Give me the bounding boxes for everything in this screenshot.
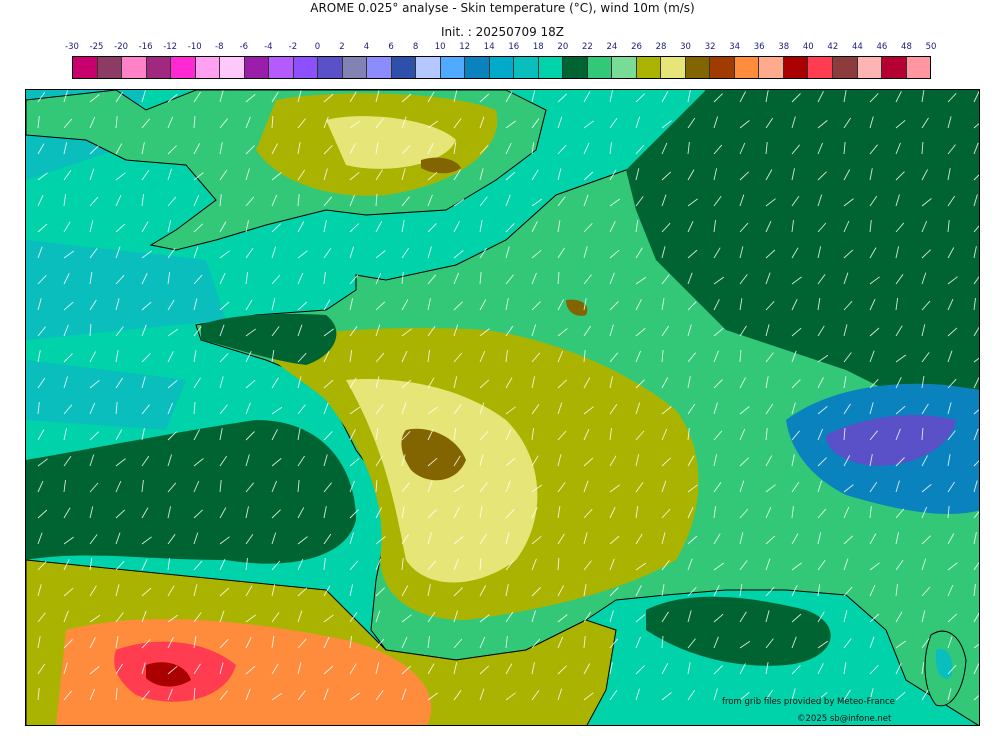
colorbar-swatch bbox=[636, 57, 662, 78]
colorbar-swatch bbox=[759, 57, 784, 78]
colorbar-swatch bbox=[783, 57, 809, 78]
colorbar-tick-label: 40 bbox=[802, 42, 814, 52]
colorbar-tick-label: 4 bbox=[363, 42, 370, 52]
colorbar-swatch bbox=[122, 57, 147, 78]
colorbar-tick-label: -10 bbox=[187, 42, 202, 52]
colorbar-swatch bbox=[244, 57, 270, 78]
colorbar-swatch bbox=[97, 57, 123, 78]
colorbar-swatch bbox=[416, 57, 441, 78]
colorbar-tick-label: 38 bbox=[778, 42, 790, 52]
colorbar-swatch bbox=[514, 57, 539, 78]
colorbar-tick-label: -6 bbox=[239, 42, 249, 52]
colorbar-tick-label: 22 bbox=[581, 42, 593, 52]
colorbar-swatch bbox=[293, 57, 319, 78]
colorbar-swatch bbox=[367, 57, 392, 78]
colorbar-tick-label: 48 bbox=[901, 42, 912, 52]
colorbar-tick-label: 34 bbox=[729, 42, 741, 52]
colorbar-swatch bbox=[710, 57, 735, 78]
init-time: Init. : 20250709 18Z bbox=[440, 25, 565, 39]
colorbar-tick-label: 0 bbox=[314, 42, 321, 52]
colorbar-tick-label: -2 bbox=[288, 42, 298, 52]
colorbar-tick-label: 24 bbox=[606, 42, 618, 52]
colorbar-swatch bbox=[906, 57, 931, 78]
colorbar-swatch bbox=[73, 57, 98, 78]
colorbar-swatch bbox=[685, 57, 711, 78]
colorbar-tick-label: 44 bbox=[851, 42, 863, 52]
colorbar-swatch bbox=[391, 57, 417, 78]
colorbar-tick-label: 46 bbox=[876, 42, 888, 52]
source-credit: from grib files provided by Meteo-France bbox=[722, 697, 895, 707]
colorbar-tick-label: 2 bbox=[339, 42, 345, 52]
colorbar-swatch bbox=[195, 57, 221, 78]
colorbar-swatch bbox=[734, 57, 760, 78]
colorbar-swatch bbox=[612, 57, 637, 78]
colorbar-tick-label: 16 bbox=[508, 42, 520, 52]
colorbar-swatch bbox=[832, 57, 858, 78]
colorbar-swatch bbox=[661, 57, 686, 78]
colorbar-swatch bbox=[563, 57, 588, 78]
colorbar-tick-label: 50 bbox=[925, 42, 937, 52]
colorbar-tick-label: -25 bbox=[89, 42, 104, 52]
colorbar-swatch bbox=[882, 57, 907, 78]
colorbar-tick-label: 14 bbox=[483, 42, 495, 52]
colorbar-swatch bbox=[465, 57, 490, 78]
colorbar-swatch bbox=[489, 57, 515, 78]
chart-title: AROME 0.025° analyse - Skin temperature … bbox=[310, 1, 695, 15]
colorbar-swatch bbox=[538, 57, 564, 78]
colorbar-tick-label: 36 bbox=[753, 42, 765, 52]
colorbar-tick-label: 10 bbox=[434, 42, 446, 52]
colorbar-labels: -30 -25 -20 -16 -12 -10 -8 -6 -4 -2 0 2 4 6 8 10 12 14 16 1… bbox=[65, 42, 936, 54]
colorbar-swatch bbox=[171, 57, 196, 78]
colorbar-swatch bbox=[342, 57, 368, 78]
colorbar-tick-label: -20 bbox=[114, 42, 129, 52]
colorbar bbox=[72, 56, 931, 79]
colorbar-tick-label: 26 bbox=[631, 42, 642, 52]
colorbar-tick-label: -30 bbox=[65, 42, 79, 52]
colorbar-tick-label: -16 bbox=[138, 42, 153, 52]
colorbar-tick-label: 30 bbox=[680, 42, 691, 52]
colorbar-swatch bbox=[587, 57, 613, 78]
colorbar-swatch bbox=[318, 57, 343, 78]
colorbar-tick-label: 32 bbox=[704, 42, 716, 52]
colorbar-tick-label: 28 bbox=[655, 42, 667, 52]
colorbar-tick-label: 8 bbox=[412, 42, 419, 52]
colorbar-tick-label: 6 bbox=[388, 42, 394, 52]
colorbar-tick-label: -4 bbox=[264, 42, 273, 52]
colorbar-swatch bbox=[146, 57, 172, 78]
colorbar-swatch bbox=[857, 57, 883, 78]
map-svg bbox=[26, 90, 979, 725]
colorbar-tick-label: 42 bbox=[827, 42, 839, 52]
temperature-map bbox=[25, 89, 980, 726]
copyright-credit: ©2025 sb@infone.net bbox=[797, 714, 892, 724]
colorbar-tick-label: -8 bbox=[215, 42, 224, 52]
colorbar-swatch bbox=[808, 57, 833, 78]
colorbar-tick-label: -12 bbox=[163, 42, 178, 52]
colorbar-swatch bbox=[269, 57, 294, 78]
colorbar-tick-label: 18 bbox=[532, 42, 544, 52]
colorbar-swatch bbox=[440, 57, 466, 78]
colorbar-tick-label: 20 bbox=[557, 42, 569, 52]
colorbar-tick-label: 12 bbox=[459, 42, 471, 52]
colorbar-swatch bbox=[220, 57, 245, 78]
